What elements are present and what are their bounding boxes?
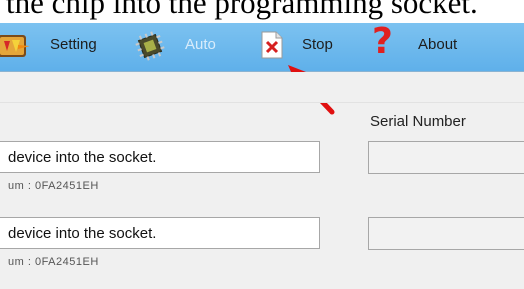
auto-label: Auto (185, 36, 216, 53)
socket-2-serial-field (368, 217, 524, 250)
caption-text: the chip into the programming socket. (6, 0, 478, 20)
setting-label: Setting (50, 36, 97, 53)
auto-button[interactable]: Auto (135, 23, 235, 71)
stop-label: Stop (302, 36, 333, 53)
about-label: About (418, 36, 458, 53)
caption-strip: the chip into the programming socket. (0, 0, 524, 23)
toolbar: Setting Auto Stop ? About (0, 21, 524, 72)
question-mark-icon: ? (372, 21, 393, 62)
socket-2-message: device into the socket. (8, 225, 157, 242)
header-strip (0, 72, 524, 103)
setting-icon (0, 35, 30, 57)
serial-number-header: Serial Number (370, 113, 466, 130)
setting-button[interactable]: Setting (0, 23, 110, 71)
stop-icon (261, 31, 283, 59)
socket-2-checksum: um : 0FA2451EH (8, 256, 99, 268)
socket-1-message: device into the socket. (8, 149, 157, 166)
chip-icon (135, 31, 165, 61)
about-button[interactable]: ? About (370, 21, 480, 71)
socket-2-message-box: device into the socket. (0, 217, 320, 249)
socket-1-message-box: device into the socket. (0, 141, 320, 173)
socket-1-serial-field (368, 141, 524, 174)
socket-1-checksum: um : 0FA2451EH (8, 180, 99, 192)
